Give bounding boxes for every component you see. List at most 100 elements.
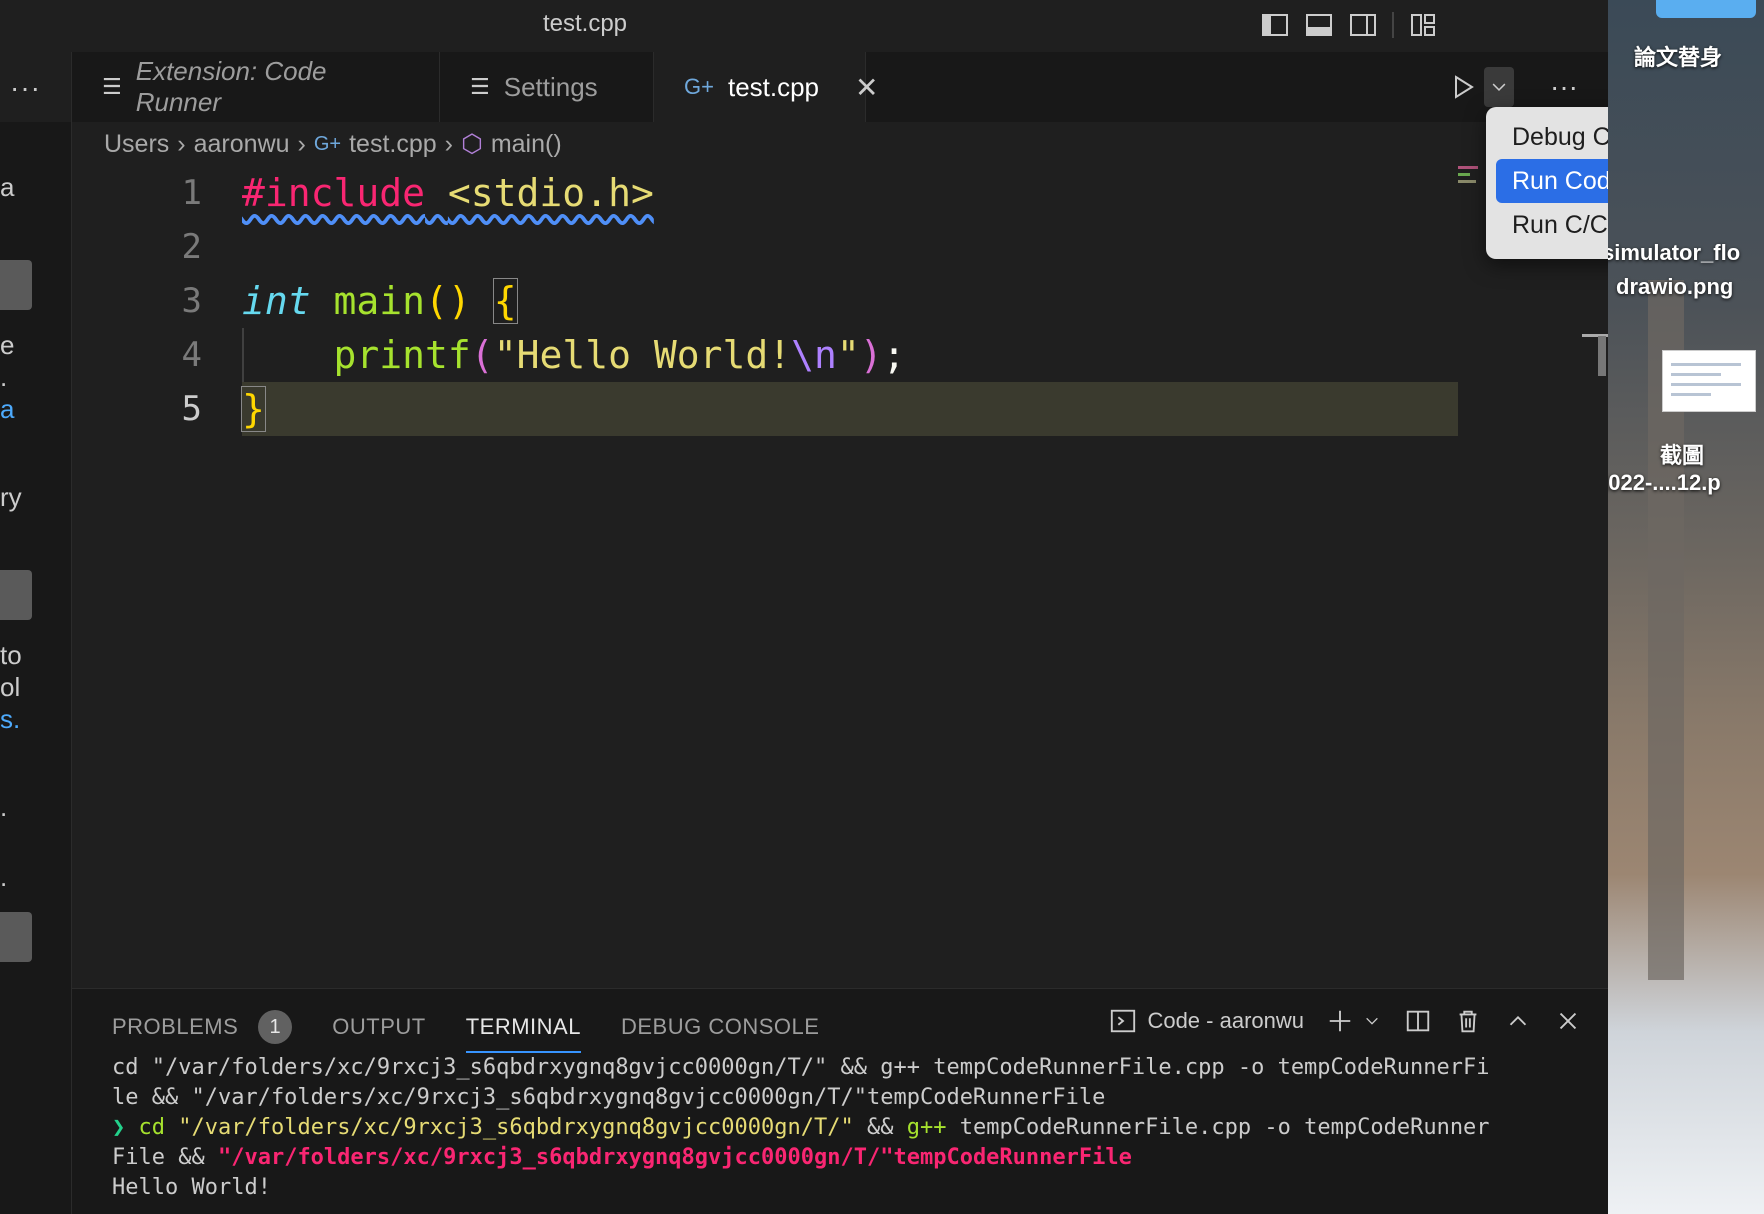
sidebar-text-fragment: to — [0, 640, 22, 670]
scrollbar-thumb[interactable] — [1598, 336, 1606, 376]
tab-label: OUTPUT — [332, 1014, 426, 1039]
indent-guide — [242, 328, 244, 382]
editor-tabs: ☰ Extension: Code Runner ☰ Settings G+ t… — [72, 52, 1608, 122]
terminal-line: Hello World! — [112, 1173, 1584, 1203]
divider — [1392, 12, 1394, 38]
tab-debug-console[interactable]: DEBUG CONSOLE — [621, 1007, 819, 1047]
bottom-panel: PROBLEMS 1 OUTPUT TERMINAL DEBUG CONSOLE… — [72, 988, 1608, 1214]
code-editor[interactable]: 12345 #include <stdio.h> int main() { pr… — [72, 166, 1608, 988]
sidebar-button[interactable] — [0, 912, 32, 962]
line-number: 1 — [181, 173, 202, 213]
symbol-method-icon: ⬡ — [461, 130, 483, 158]
desktop-item-label[interactable]: drawio.png — [1616, 274, 1733, 300]
terminal-line: cd "/var/folders/xc/9rxcj3_s6qbdrxygnq8g… — [112, 1053, 1584, 1083]
code-area[interactable]: #include <stdio.h> int main() { printf("… — [241, 166, 1458, 436]
chevron-down-icon — [1492, 83, 1506, 91]
tab-extension-code-runner[interactable]: ☰ Extension: Code Runner — [72, 52, 440, 122]
code-token: "Hello World! — [493, 333, 792, 377]
close-icon[interactable]: ✕ — [855, 71, 878, 104]
terminal-line: File && "/var/folders/xc/9rxcj3_s6qbdrxy… — [112, 1143, 1584, 1173]
desktop-item-label[interactable]: 2022-....12.p — [1608, 470, 1721, 496]
run-code-button[interactable] — [1448, 67, 1515, 107]
split-terminal-icon[interactable] — [1404, 1007, 1432, 1035]
tab-terminal[interactable]: TERMINAL — [465, 1007, 582, 1053]
problems-count-badge: 1 — [258, 1010, 293, 1044]
tab-label: Extension: Code Runner — [135, 56, 327, 117]
tab-output[interactable]: OUTPUT — [332, 1007, 425, 1047]
sidebar-text-fragment: a — [0, 172, 15, 202]
image-thumbnail[interactable] — [1662, 350, 1756, 412]
maximize-panel-icon[interactable] — [1504, 1007, 1532, 1035]
breadcrumb-item[interactable]: aaronwu — [194, 130, 290, 159]
tab-label: PROBLEMS — [112, 1014, 239, 1039]
breadcrumb-item[interactable]: test.cpp — [349, 130, 437, 159]
terminal-token: ❯ — [112, 1115, 139, 1140]
code-token: () — [425, 279, 471, 323]
customize-layout-icon[interactable] — [1408, 10, 1438, 40]
play-icon — [1455, 75, 1474, 99]
folder-icon[interactable] — [1656, 0, 1756, 18]
line-number-gutter: 1 2 3 4 5 — [72, 166, 222, 436]
terminal-line: ❯ cd "/var/folders/xc/9rxcj3_s6qbdrxygnq… — [112, 1113, 1584, 1143]
code-token: } — [241, 386, 266, 432]
sidebar-text-fragment: ry — [0, 482, 22, 512]
toggle-panel-icon[interactable] — [1304, 10, 1334, 40]
tab-settings[interactable]: ☰ Settings — [440, 52, 654, 122]
terminal-selector[interactable]: Code - aaronwu — [1109, 1007, 1304, 1035]
breadcrumb-item[interactable]: main() — [491, 130, 562, 159]
run-dropdown-button[interactable] — [1484, 67, 1515, 107]
tab-test-cpp[interactable]: G+ test.cpp ✕ — [654, 52, 879, 122]
sidebar-button[interactable] — [0, 260, 32, 310]
preview-icon: ☰ — [102, 74, 122, 99]
terminal-token: "/var/folders/xc/9rxcj3_s6qbdrxygnq8gvjc… — [217, 1145, 1132, 1170]
terminal-token: Hello World! — [112, 1175, 271, 1200]
more-actions-icon[interactable]: ··· — [1550, 71, 1578, 103]
terminal-token: cd "/var/folders/xc/9rxcj3_s6qbdrxygnq8g… — [112, 1055, 1490, 1080]
terminal-token: le && "/var/folders/xc/9rxcj3_s6qbdrxygn… — [112, 1085, 1106, 1110]
code-line[interactable]: } — [241, 382, 1458, 436]
sidebar-link-fragment[interactable]: a — [0, 394, 14, 425]
code-line[interactable]: printf("Hello World!\n"); — [242, 328, 1458, 382]
sidebar-button[interactable] — [0, 570, 32, 620]
tab-label: DEBUG CONSOLE — [620, 1014, 820, 1039]
desktop-item-label[interactable]: 論文替身 — [1634, 40, 1722, 72]
new-terminal-icon[interactable] — [1326, 1007, 1354, 1035]
title-bar: test.cpp — [0, 0, 1608, 52]
code-token: #include — [242, 171, 426, 215]
window-title: test.cpp — [542, 10, 628, 37]
trash-icon[interactable] — [1454, 1007, 1482, 1035]
code-token: main — [333, 279, 426, 323]
terminal-name: Code - aaronwu — [1147, 1008, 1304, 1033]
sidebar-header: ··· — [0, 52, 71, 122]
code-line[interactable]: int main() { — [242, 274, 1458, 328]
desktop-item-label[interactable]: simulator_flo — [1608, 240, 1740, 266]
more-actions-icon[interactable]: ··· — [10, 72, 41, 104]
terminal-line: le && "/var/folders/xc/9rxcj3_s6qbdrxygn… — [112, 1083, 1584, 1113]
toggle-secondary-sidebar-icon[interactable] — [1348, 10, 1378, 40]
toggle-primary-sidebar-icon[interactable] — [1260, 10, 1290, 40]
chevron-down-icon[interactable] — [1362, 1007, 1382, 1035]
sidebar-text-fragment: ol — [0, 672, 21, 702]
code-token: int — [242, 279, 311, 323]
close-icon[interactable] — [1554, 1007, 1582, 1035]
preview-icon: ☰ — [470, 74, 490, 99]
line-number: 3 — [181, 281, 202, 321]
cpp-file-icon: G+ — [313, 132, 342, 155]
code-line[interactable]: #include <stdio.h> — [242, 166, 1458, 220]
terminal-token: && — [853, 1115, 907, 1140]
sidebar-link-fragment[interactable]: s. — [0, 704, 20, 735]
sidebar-text-fragment: e — [0, 330, 15, 360]
panel-tabs: PROBLEMS 1 OUTPUT TERMINAL DEBUG CONSOLE — [112, 1007, 819, 1053]
terminal-output[interactable]: cd "/var/folders/xc/9rxcj3_s6qbdrxygnq8g… — [112, 1053, 1584, 1203]
tab-problems[interactable]: PROBLEMS 1 — [112, 1007, 293, 1047]
desktop-item-label[interactable]: 截圖 — [1660, 438, 1704, 470]
terminal-token: File && — [112, 1145, 218, 1170]
code-line[interactable] — [242, 220, 1458, 274]
code-token: \n — [791, 333, 837, 377]
breadcrumb-item[interactable]: Users — [104, 130, 169, 159]
sidebar-text-fragment: . — [0, 792, 8, 822]
